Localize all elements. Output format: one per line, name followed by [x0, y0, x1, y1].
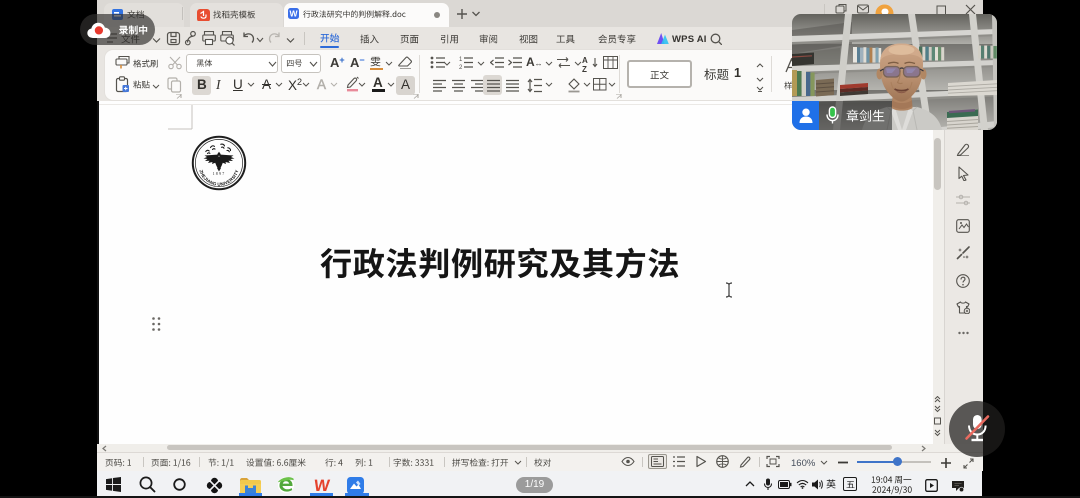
- svg-text:1897: 1897: [213, 171, 226, 176]
- svg-text:1: 1: [459, 57, 463, 63]
- svg-text:W: W: [289, 9, 298, 19]
- svg-text:W: W: [313, 477, 331, 493]
- svg-text:2: 2: [459, 65, 463, 69]
